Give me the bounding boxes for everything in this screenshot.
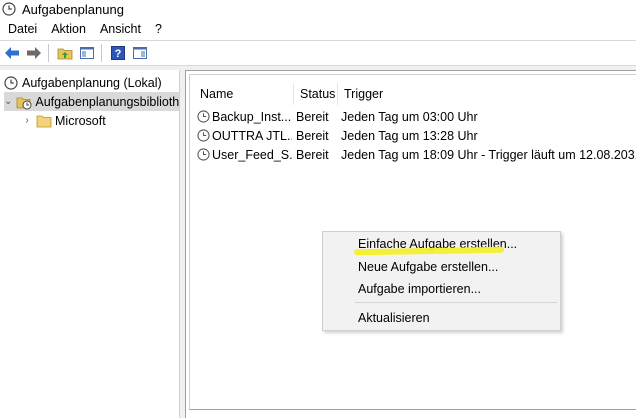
clock-icon: [197, 126, 211, 145]
tree-item-label: Aufgabenplanungsbibliothek: [35, 94, 180, 109]
folder-up-icon: [57, 48, 73, 60]
menu-ansicht[interactable]: Ansicht: [93, 22, 148, 36]
toolbar-separator: [101, 44, 102, 62]
menu-aktion[interactable]: Aktion: [44, 22, 93, 36]
action-pane-icon: [133, 47, 147, 59]
tree-item-root[interactable]: Aufgabenplanung (Lokal): [3, 73, 179, 92]
menu-item-import-task[interactable]: Aufgabe importieren...: [324, 278, 559, 300]
clock-icon: [3, 75, 19, 91]
show-hide-console-tree-button[interactable]: [77, 43, 97, 63]
table-row[interactable]: User_Feed_S... Bereit Jeden Tag um 18:09…: [190, 145, 636, 164]
context-menu: Einfache Aufgabe erstellen... Neue Aufga…: [322, 231, 561, 331]
task-status: Bereit: [296, 147, 329, 162]
menu-help[interactable]: ?: [148, 22, 169, 36]
column-header-name[interactable]: Name: [194, 83, 294, 105]
chevron-down-icon[interactable]: ⌄: [4, 96, 12, 107]
title-bar: Aufgabenplanung: [0, 0, 636, 18]
clock-icon: [197, 107, 211, 126]
forward-button[interactable]: [24, 43, 44, 63]
table-row[interactable]: OUTTRA JTL... Bereit Jeden Tag um 13:28 …: [190, 126, 636, 145]
clock-icon: [2, 2, 16, 16]
task-trigger: Jeden Tag um 03:00 Uhr: [341, 109, 478, 124]
toolbar-separator: [48, 44, 49, 62]
task-name: OUTTRA JTL...: [212, 128, 292, 143]
arrow-right-icon: [27, 47, 41, 59]
task-name: Backup_Inst...: [212, 109, 292, 124]
back-button[interactable]: [2, 43, 22, 63]
svg-text:?: ?: [115, 48, 122, 60]
tree-item-label: Aufgabenplanung (Lokal): [22, 75, 162, 90]
tree-item-microsoft[interactable]: › Microsoft: [22, 111, 179, 130]
column-header-status[interactable]: Status: [294, 83, 338, 105]
column-header-trigger[interactable]: Trigger: [338, 83, 634, 105]
folder-icon: [36, 113, 52, 129]
menu-item-create-task[interactable]: Neue Aufgabe erstellen...: [324, 256, 559, 278]
arrow-left-icon: [5, 47, 19, 59]
tree-item-label: Microsoft: [55, 113, 106, 128]
table-row[interactable]: Backup_Inst... Bereit Jeden Tag um 03:00…: [190, 107, 636, 126]
up-folder-button[interactable]: [55, 43, 75, 63]
task-name: User_Feed_S...: [212, 147, 292, 162]
window-title: Aufgabenplanung: [22, 1, 124, 17]
task-trigger: Jeden Tag um 18:09 Uhr - Trigger läuft u…: [341, 147, 636, 162]
task-trigger: Jeden Tag um 13:28 Uhr: [341, 128, 478, 143]
tree-item-library[interactable]: ⌄ Aufgabenplanungsbibliothek: [4, 92, 180, 111]
toolbar: ?: [0, 40, 636, 66]
show-hide-action-pane-button[interactable]: [130, 43, 150, 63]
help-icon: ?: [111, 46, 125, 60]
task-folder-icon: [16, 94, 32, 110]
console-tree-icon: [80, 47, 94, 59]
task-status: Bereit: [296, 128, 329, 143]
task-status: Bereit: [296, 109, 329, 124]
menu-datei[interactable]: Datei: [0, 22, 44, 36]
help-button[interactable]: ?: [108, 43, 128, 63]
clock-icon: [197, 145, 211, 164]
menu-bar: Datei Aktion Ansicht ?: [0, 18, 636, 40]
console-tree: Aufgabenplanung (Lokal) ⌄ Aufgabenplanun…: [0, 70, 180, 418]
chevron-right-icon[interactable]: ›: [22, 115, 32, 126]
menu-separator: [355, 302, 557, 303]
menu-item-refresh[interactable]: Aktualisieren: [324, 307, 559, 329]
